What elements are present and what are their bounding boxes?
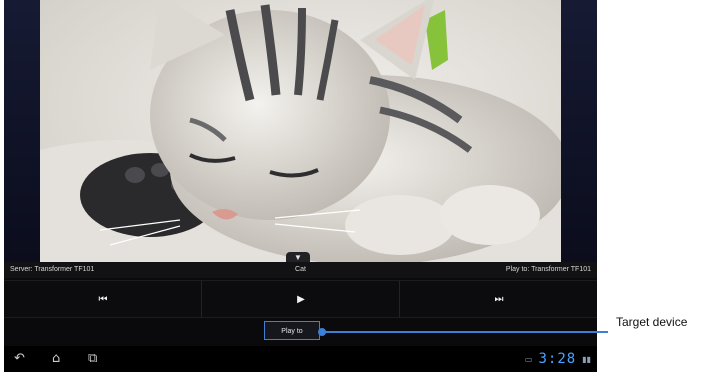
- play-to-status: Play to: Transformer TF101: [505, 266, 591, 273]
- back-icon: ↶: [14, 351, 25, 366]
- play-button[interactable]: ▶: [201, 281, 399, 317]
- playback-controls: ⏮ ▶ ⏭: [4, 280, 597, 318]
- photo-letterbox-left: [4, 0, 40, 262]
- tablet-screen: ▼ Server: Transformer TF101 Cat Play to:…: [4, 0, 597, 372]
- play-to-button[interactable]: Play to: [264, 321, 320, 340]
- chevron-down-icon: ▼: [294, 253, 302, 262]
- previous-button[interactable]: ⏮: [4, 281, 201, 317]
- cat-photo[interactable]: [40, 0, 561, 262]
- status-area[interactable]: ▭ 3:28 ▮▮: [525, 351, 591, 367]
- cat-photo-image: [40, 0, 561, 262]
- screenshot-stage: ▼ Server: Transformer TF101 Cat Play to:…: [0, 0, 715, 372]
- skip-next-icon: ⏭: [494, 293, 504, 305]
- media-info-bar: Server: Transformer TF101 Cat Play to: T…: [4, 262, 597, 278]
- photo-letterbox-right: [561, 0, 597, 262]
- gallery-icon: ▭: [524, 354, 533, 364]
- back-button[interactable]: ↶: [14, 350, 25, 368]
- photo-viewer: [4, 0, 597, 262]
- home-icon: ⌂: [52, 351, 61, 366]
- skip-previous-icon: ⏮: [98, 293, 108, 305]
- home-button[interactable]: ⌂: [52, 350, 60, 368]
- battery-icon: ▮▮: [582, 354, 591, 364]
- system-nav-bar: ↶ ⌂ ⧉ ▭ 3:28 ▮▮: [4, 346, 597, 372]
- clock: 3:28: [538, 351, 577, 367]
- callout-label: Target device: [616, 315, 688, 329]
- play-icon: ▶: [297, 293, 305, 305]
- recent-apps-button[interactable]: ⧉: [88, 350, 97, 368]
- next-button[interactable]: ⏭: [399, 281, 597, 317]
- callout-line: [322, 331, 608, 333]
- recent-apps-icon: ⧉: [88, 351, 98, 366]
